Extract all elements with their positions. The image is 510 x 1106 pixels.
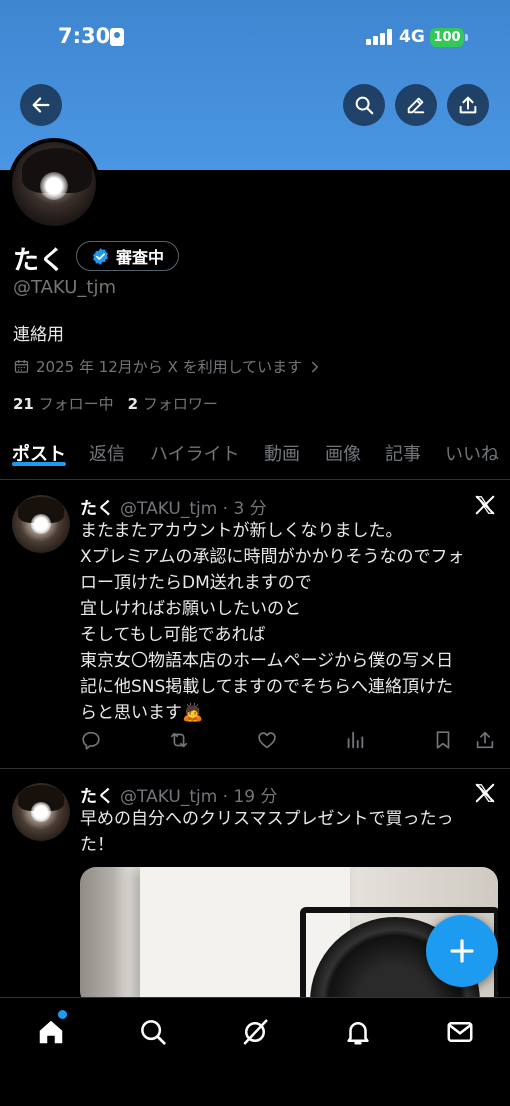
post-actions: [80, 729, 498, 753]
signal-icon: [366, 29, 392, 45]
post-author: たく: [80, 787, 114, 807]
post-avatar[interactable]: [12, 783, 70, 841]
followers-label: フォロワー: [142, 395, 218, 413]
compose-button[interactable]: [426, 915, 498, 987]
following-count: 21: [13, 395, 34, 413]
tab-highlights[interactable]: ハイライト: [150, 432, 240, 466]
post-line: 早めの自分へのクリスマスプレゼントで買ったっ: [80, 809, 454, 829]
grok-icon: [243, 1019, 268, 1045]
pencil-icon: [407, 97, 425, 114]
bell-icon: [347, 1022, 369, 1045]
tab-replies[interactable]: 返信: [89, 432, 125, 466]
status-time: 7:30: [58, 24, 111, 48]
bookmark-button[interactable]: [432, 729, 454, 751]
search-icon: [355, 96, 374, 115]
post-line: 宜しければお願いしたいのと: [80, 599, 301, 619]
calendar-icon: [14, 360, 29, 373]
nav-messages[interactable]: [445, 1017, 475, 1047]
nav-home[interactable]: [36, 1017, 66, 1047]
post-meta: @TAKU_tjm · 3 分: [120, 499, 267, 519]
reply-button[interactable]: [80, 729, 102, 751]
repost-button[interactable]: [168, 729, 190, 751]
tab-videos[interactable]: 動画: [264, 432, 300, 466]
post-header: たく @TAKU_tjm · 3 分: [80, 494, 267, 519]
search-button[interactable]: [343, 84, 385, 126]
plus-icon: [450, 939, 474, 963]
back-arrow-icon: [32, 97, 50, 113]
joined-date[interactable]: 2025 年 12月から X を利用しています: [13, 356, 322, 377]
verification-status-badge[interactable]: 審査中: [76, 241, 180, 271]
tab-images[interactable]: 画像: [325, 432, 361, 466]
search-icon: [141, 1020, 166, 1045]
profile-bio: 連絡用: [13, 325, 64, 345]
post-line: ロー頂けたらDM送れますので: [80, 573, 312, 593]
share-icon: [459, 96, 477, 114]
network-type: 4G: [399, 27, 425, 47]
post-line: 東京女〇物語本店のホームページから僕の写メ日: [80, 651, 454, 671]
views-icon: [347, 731, 364, 749]
edit-button[interactable]: [395, 84, 437, 126]
tab-posts[interactable]: ポスト: [12, 432, 66, 466]
following-label: フォロー中: [38, 395, 114, 413]
post-line: Xプレミアムの承認に時間がかかりそうなのでフォ: [80, 547, 465, 567]
post-header: たく @TAKU_tjm · 19 分: [80, 782, 278, 807]
post-avatar[interactable]: [12, 495, 70, 553]
post-author: たく: [80, 499, 114, 519]
post-item[interactable]: たく @TAKU_tjm · 3 分 またまたアカウントが新しくなりました。 X…: [0, 481, 510, 769]
views-button[interactable]: [344, 729, 366, 751]
back-button[interactable]: [20, 84, 62, 126]
follow-stats: 21 フォロー中 2 フォロワー: [13, 393, 218, 414]
profile-name: たく: [13, 246, 66, 276]
reply-icon: [82, 731, 100, 750]
badge-label: 審査中: [116, 248, 165, 267]
share-post-button[interactable]: [474, 729, 496, 751]
heart-icon: [258, 732, 276, 749]
post-text: またまたアカウントが新しくなりました。 Xプレミアムの承認に時間がかかりそうなの…: [80, 518, 500, 726]
post-meta: @TAKU_tjm · 19 分: [120, 787, 278, 807]
nav-grok[interactable]: [240, 1017, 270, 1047]
post-line: そしてもし可能であれば: [80, 625, 266, 645]
followers-count: 2: [127, 395, 139, 413]
joined-text: 2025 年 12月から X を利用しています: [36, 358, 303, 376]
id-card-icon: [110, 28, 124, 46]
x-logo-icon: [475, 495, 495, 515]
nav-explore[interactable]: [138, 1017, 168, 1047]
post-line: またまたアカウントが新しくなりました。: [80, 521, 403, 541]
home-icon: [39, 1020, 63, 1044]
like-button[interactable]: [256, 729, 278, 751]
profile-handle: @TAKU_tjm: [13, 277, 116, 298]
mail-icon: [447, 1022, 473, 1042]
share-button[interactable]: [447, 84, 489, 126]
battery-indicator: 100: [430, 28, 468, 47]
tab-articles[interactable]: 記事: [385, 432, 421, 466]
nav-notifications[interactable]: [343, 1017, 373, 1047]
bottom-navigation: [0, 997, 510, 1106]
post-text: 早めの自分へのクリスマスプレゼントで買ったっ た！: [80, 806, 500, 858]
chevron-right-icon: [312, 361, 319, 372]
post-line: 記に他SNS掲載してますのでそちらへ連絡頂けた: [80, 677, 453, 697]
share-icon: [476, 731, 494, 749]
post-line: た！: [80, 835, 114, 855]
x-logo-icon: [475, 783, 495, 803]
notification-dot: [58, 1010, 67, 1019]
following-link[interactable]: 21 フォロー中: [13, 393, 114, 414]
profile-tabs: ポスト 返信 ハイライト 動画 画像 記事 いいね: [0, 432, 510, 480]
repost-icon: [170, 732, 188, 748]
bookmark-icon: [436, 731, 450, 749]
tab-likes[interactable]: いいね: [445, 432, 499, 466]
profile-avatar[interactable]: [8, 138, 100, 230]
post-line: らと思います🙇: [80, 703, 204, 723]
verified-check-icon: [93, 247, 108, 265]
followers-link[interactable]: 2 フォロワー: [128, 393, 218, 414]
